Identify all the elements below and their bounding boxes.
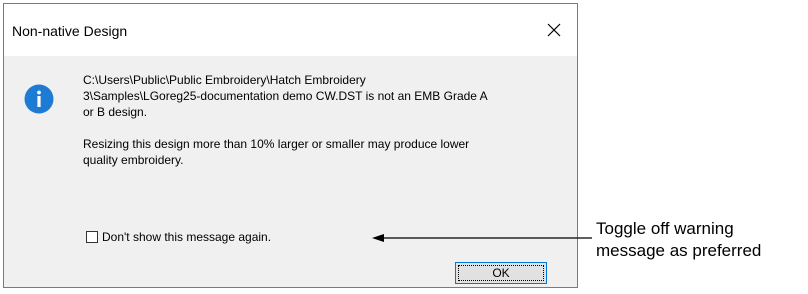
message-line-1: C:\Users\Public\Public Embroidery\Hatch …	[83, 73, 366, 87]
title-bar: Non-native Design	[4, 4, 577, 56]
message-paragraph-2: Resizing this design more than 10% large…	[83, 136, 553, 168]
focus-ring	[458, 265, 544, 281]
page: Non-native Design C:\Users\Public\Public…	[0, 0, 808, 294]
close-icon	[547, 23, 561, 37]
message-para2-line-2: quality embroidery.	[83, 153, 184, 167]
dialog-message: C:\Users\Public\Public Embroidery\Hatch …	[83, 72, 553, 168]
message-line-2: 3\Samples\LGoreg25-documentation demo CW…	[83, 89, 488, 103]
callout-line-1: Toggle off warning	[596, 219, 734, 238]
checkbox-label[interactable]: Don't show this message again.	[102, 230, 271, 244]
dont-show-again-option[interactable]: Don't show this message again.	[86, 230, 271, 244]
message-dialog: Non-native Design C:\Users\Public\Public…	[3, 3, 578, 288]
ok-button[interactable]: OK	[455, 262, 547, 284]
dialog-title: Non-native Design	[12, 23, 128, 39]
info-icon	[24, 84, 54, 114]
dont-show-again-checkbox[interactable]	[86, 231, 98, 243]
callout-annotation: Toggle off warning message as preferred	[596, 218, 761, 262]
callout-line-2: message as preferred	[596, 241, 762, 260]
message-paragraph-1: C:\Users\Public\Public Embroidery\Hatch …	[83, 72, 553, 120]
close-button[interactable]	[531, 4, 577, 56]
message-para2-line-1: Resizing this design more than 10% large…	[83, 137, 470, 151]
message-line-3: or B design.	[83, 105, 148, 119]
